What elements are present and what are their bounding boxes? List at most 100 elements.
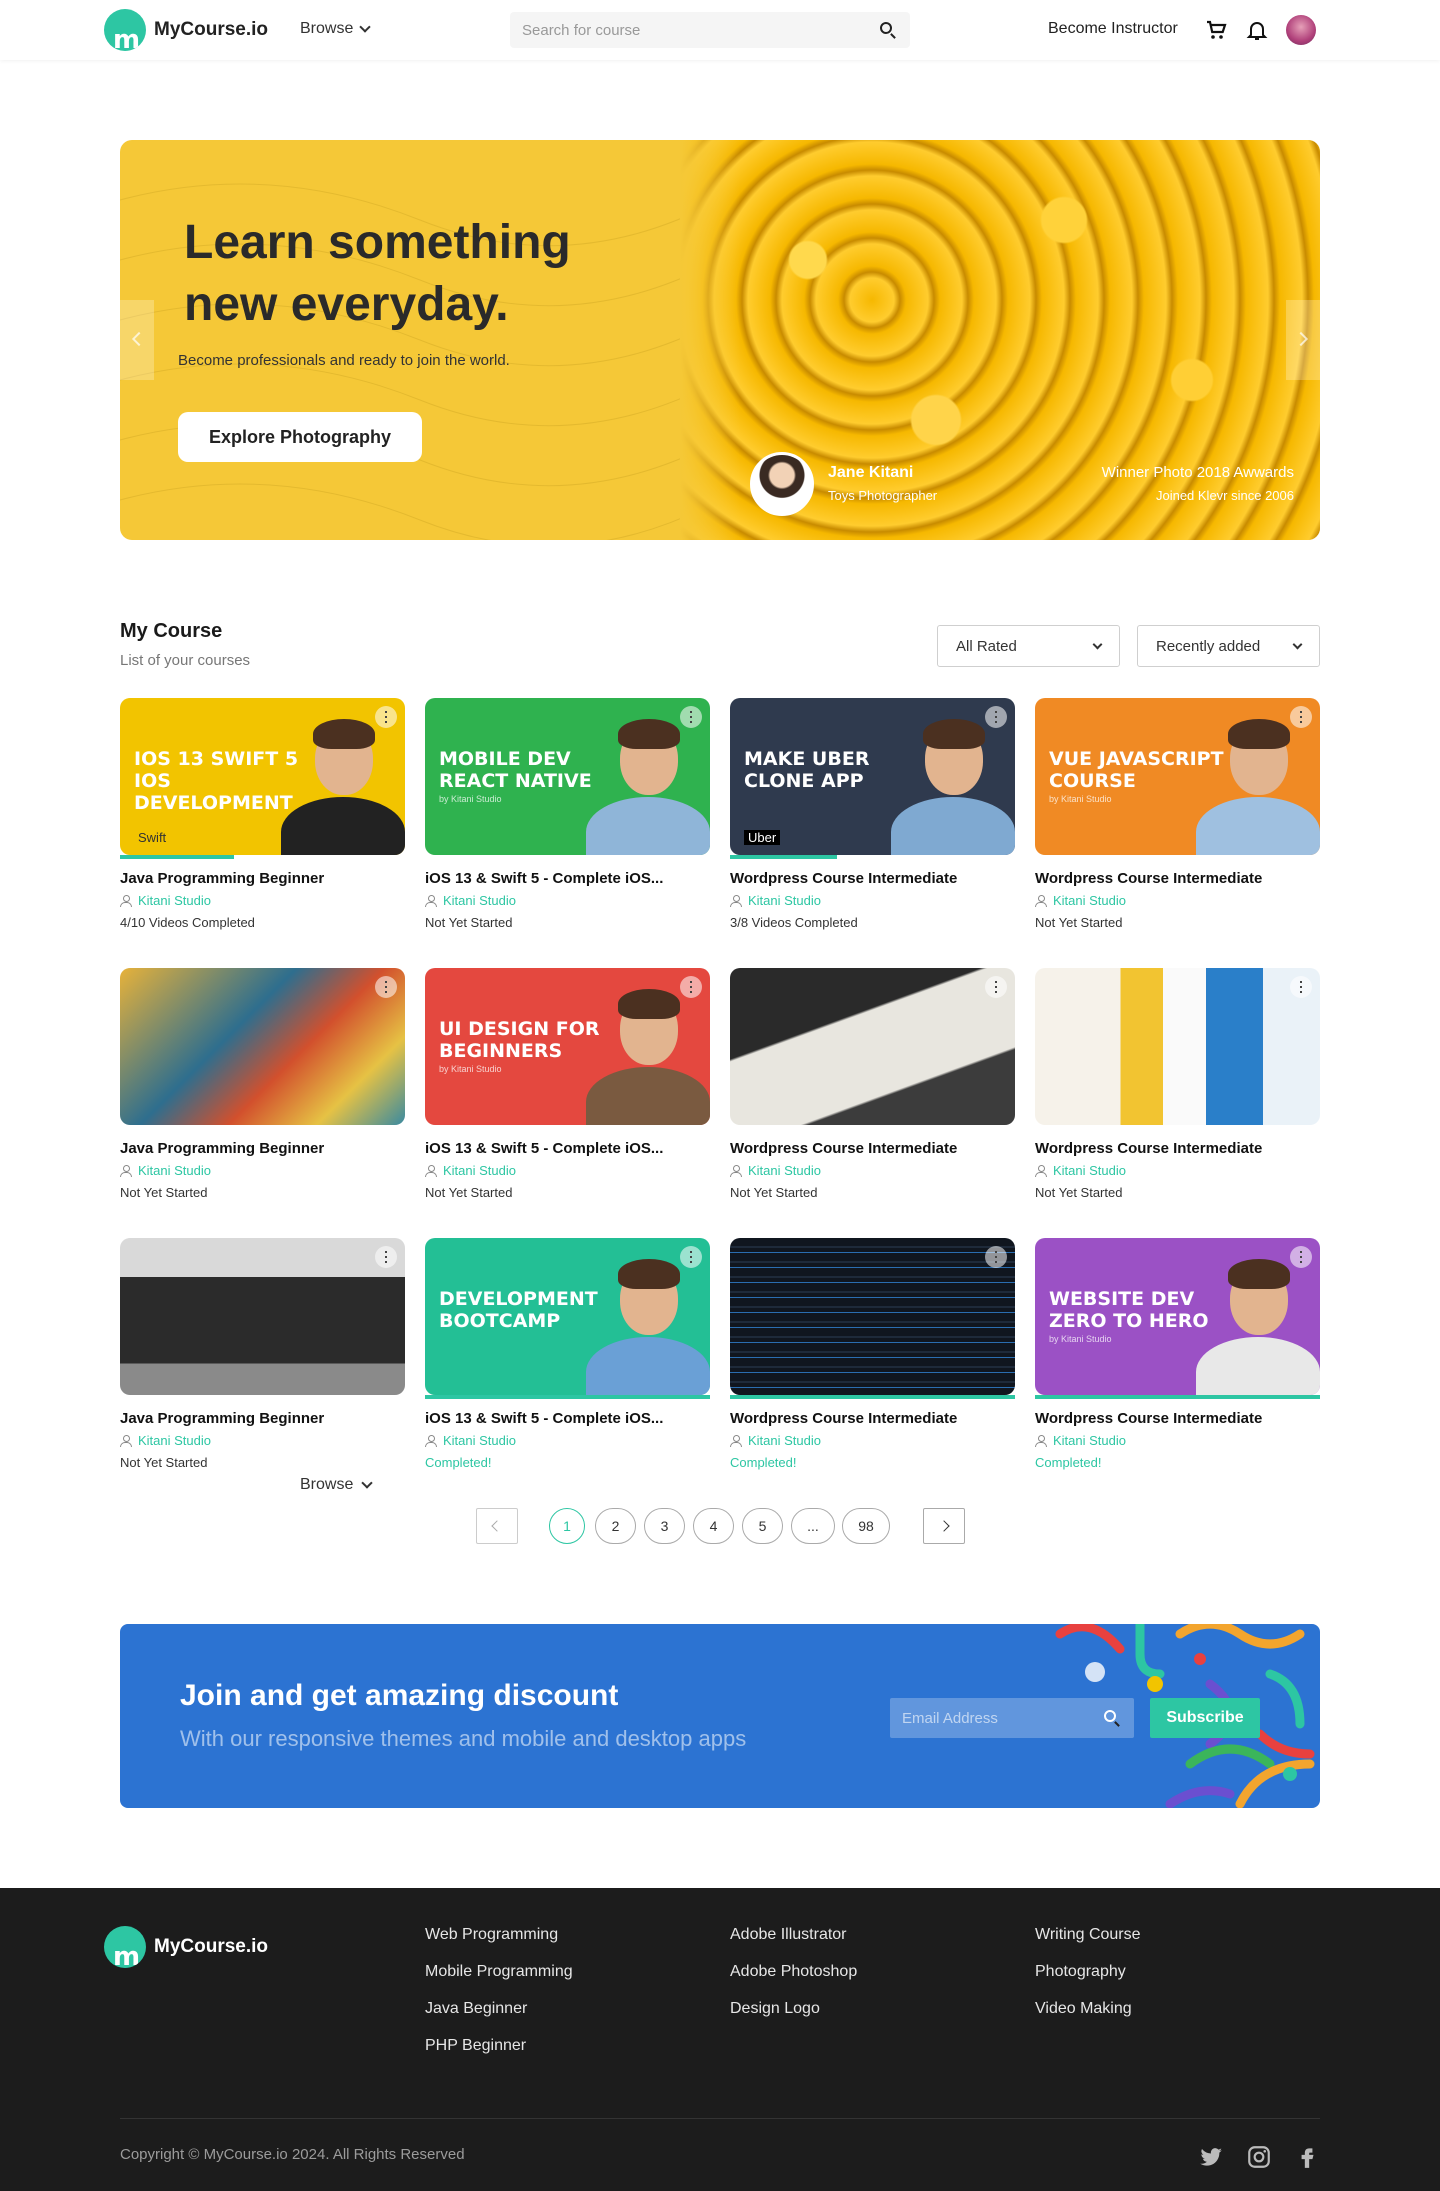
page-button-ellipsis[interactable]: ...	[791, 1508, 835, 1544]
course-title[interactable]: Wordpress Course Intermediate	[730, 1410, 957, 1427]
footer-link[interactable]: Java Beginner	[425, 2000, 573, 2018]
browse-menu-bottom[interactable]: Browse	[300, 1476, 374, 1494]
bell-icon[interactable]	[1245, 18, 1269, 42]
course-card[interactable]: UI DESIGN FOR BEGINNERS by Kitani Studio i…	[425, 968, 710, 1208]
prev-page-button[interactable]	[476, 1508, 518, 1544]
course-card[interactable]: Java Programming Beginner Kitani Studio No…	[120, 1238, 405, 1478]
footer-link[interactable]: Adobe Photoshop	[730, 1963, 857, 1981]
footer-link[interactable]: Mobile Programming	[425, 1963, 573, 1981]
cart-icon[interactable]	[1204, 18, 1228, 42]
rating-filter-dropdown[interactable]: All Rated	[937, 625, 1120, 667]
facebook-icon[interactable]	[1294, 2144, 1320, 2170]
email-field[interactable]	[890, 1698, 1090, 1738]
page-button-4[interactable]: 4	[693, 1508, 734, 1544]
footer-logo[interactable]: m MyCourse.io	[104, 1926, 268, 1968]
course-title[interactable]: iOS 13 & Swift 5 - Complete iOS...	[425, 870, 663, 887]
more-options-icon[interactable]	[680, 976, 702, 998]
course-title[interactable]: Wordpress Course Intermediate	[1035, 1410, 1262, 1427]
course-author[interactable]: Kitani Studio	[120, 1433, 211, 1448]
course-thumbnail[interactable]: MOBILE DEV REACT NATIVE by Kitani Studio	[425, 698, 710, 855]
page-button-3[interactable]: 3	[644, 1508, 685, 1544]
more-options-icon[interactable]	[985, 1246, 1007, 1268]
become-instructor-link[interactable]: Become Instructor	[1048, 20, 1178, 38]
twitter-icon[interactable]	[1198, 2144, 1224, 2170]
footer-link[interactable]: Photography	[1035, 1963, 1141, 1981]
course-card[interactable]: Wordpress Course Intermediate Kitani Stud…	[730, 968, 1015, 1208]
course-title[interactable]: Wordpress Course Intermediate	[730, 1140, 957, 1157]
page-button-2[interactable]: 2	[595, 1508, 636, 1544]
course-card[interactable]: IOS 13 SWIFT 5 IOS DEVELOPMENT Swift Java …	[120, 698, 405, 938]
course-card[interactable]: MOBILE DEV REACT NATIVE by Kitani Studio i…	[425, 698, 710, 938]
course-author[interactable]: Kitani Studio	[120, 1163, 211, 1178]
course-thumbnail[interactable]	[120, 1238, 405, 1395]
author-name: Jane Kitani	[828, 464, 914, 481]
site-logo[interactable]: m MyCourse.io	[104, 9, 268, 51]
course-card[interactable]: MAKE UBER CLONE APP Uber Wordpress Course …	[730, 698, 1015, 938]
footer-link[interactable]: Writing Course	[1035, 1926, 1141, 1944]
more-options-icon[interactable]	[375, 1246, 397, 1268]
course-thumbnail[interactable]	[730, 968, 1015, 1125]
footer-link[interactable]: Adobe Illustrator	[730, 1926, 857, 1944]
course-title[interactable]: Wordpress Course Intermediate	[730, 870, 957, 887]
course-card[interactable]: WEBSITE DEV ZERO TO HERO by Kitani Studio…	[1035, 1238, 1320, 1478]
course-title[interactable]: Wordpress Course Intermediate	[1035, 870, 1262, 887]
hero-prev-button[interactable]	[120, 300, 154, 380]
course-thumbnail[interactable]	[730, 1238, 1015, 1395]
course-author[interactable]: Kitani Studio	[425, 1433, 516, 1448]
course-card[interactable]: DEVELOPMENT BOOTCAMP iOS 13 & Swift 5 - C…	[425, 1238, 710, 1478]
footer-link[interactable]: PHP Beginner	[425, 2037, 573, 2055]
course-thumbnail[interactable]: WEBSITE DEV ZERO TO HERO by Kitani Studio	[1035, 1238, 1320, 1395]
search-input[interactable]	[510, 12, 850, 48]
course-thumbnail[interactable]: UI DESIGN FOR BEGINNERS by Kitani Studio	[425, 968, 710, 1125]
course-author[interactable]: Kitani Studio	[730, 1163, 821, 1178]
course-thumbnail[interactable]	[1035, 968, 1320, 1125]
course-card[interactable]: Java Programming Beginner Kitani Studio No…	[120, 968, 405, 1208]
course-author[interactable]: Kitani Studio	[425, 893, 516, 908]
more-options-icon[interactable]	[985, 976, 1007, 998]
more-options-icon[interactable]	[680, 1246, 702, 1268]
course-author[interactable]: Kitani Studio	[1035, 893, 1126, 908]
course-title[interactable]: iOS 13 & Swift 5 - Complete iOS...	[425, 1140, 663, 1157]
course-author[interactable]: Kitani Studio	[1035, 1163, 1126, 1178]
course-author[interactable]: Kitani Studio	[120, 893, 211, 908]
page-button-98[interactable]: 98	[842, 1508, 890, 1544]
course-title[interactable]: iOS 13 & Swift 5 - Complete iOS...	[425, 1410, 663, 1427]
more-options-icon[interactable]	[1290, 706, 1312, 728]
footer-link[interactable]: Design Logo	[730, 2000, 857, 2018]
next-page-button[interactable]	[923, 1508, 965, 1544]
course-thumbnail[interactable]: DEVELOPMENT BOOTCAMP	[425, 1238, 710, 1395]
more-options-icon[interactable]	[375, 976, 397, 998]
more-options-icon[interactable]	[375, 706, 397, 728]
course-thumbnail[interactable]: MAKE UBER CLONE APP Uber	[730, 698, 1015, 855]
course-card[interactable]: Wordpress Course Intermediate Kitani Stud…	[730, 1238, 1015, 1478]
course-title[interactable]: Java Programming Beginner	[120, 1410, 324, 1427]
search-icon[interactable]	[880, 22, 892, 34]
page-button-5[interactable]: 5	[742, 1508, 783, 1544]
course-author[interactable]: Kitani Studio	[730, 893, 821, 908]
course-author[interactable]: Kitani Studio	[425, 1163, 516, 1178]
more-options-icon[interactable]	[1290, 976, 1312, 998]
user-avatar[interactable]	[1286, 15, 1316, 45]
course-card[interactable]: Wordpress Course Intermediate Kitani Stud…	[1035, 968, 1320, 1208]
browse-menu[interactable]: Browse	[300, 20, 372, 38]
footer-link[interactable]: Video Making	[1035, 2000, 1141, 2018]
course-thumbnail[interactable]	[120, 968, 405, 1125]
course-author[interactable]: Kitani Studio	[730, 1433, 821, 1448]
footer-link[interactable]: Web Programming	[425, 1926, 573, 1944]
course-author[interactable]: Kitani Studio	[1035, 1433, 1126, 1448]
explore-photography-button[interactable]: Explore Photography	[178, 412, 422, 462]
course-title[interactable]: Wordpress Course Intermediate	[1035, 1140, 1262, 1157]
more-options-icon[interactable]	[1290, 1246, 1312, 1268]
subscribe-button[interactable]: Subscribe	[1150, 1698, 1260, 1738]
sort-dropdown[interactable]: Recently added	[1137, 625, 1320, 667]
course-title[interactable]: Java Programming Beginner	[120, 1140, 324, 1157]
hero-next-button[interactable]	[1286, 300, 1320, 380]
instagram-icon[interactable]	[1246, 2144, 1272, 2170]
course-card[interactable]: VUE JAVASCRIPT COURSE by Kitani Studio Wor…	[1035, 698, 1320, 938]
page-button-1[interactable]: 1	[549, 1508, 585, 1544]
course-title[interactable]: Java Programming Beginner	[120, 870, 324, 887]
course-thumbnail[interactable]: IOS 13 SWIFT 5 IOS DEVELOPMENT Swift	[120, 698, 405, 855]
course-thumbnail[interactable]: VUE JAVASCRIPT COURSE by Kitani Studio	[1035, 698, 1320, 855]
more-options-icon[interactable]	[985, 706, 1007, 728]
more-options-icon[interactable]	[680, 706, 702, 728]
